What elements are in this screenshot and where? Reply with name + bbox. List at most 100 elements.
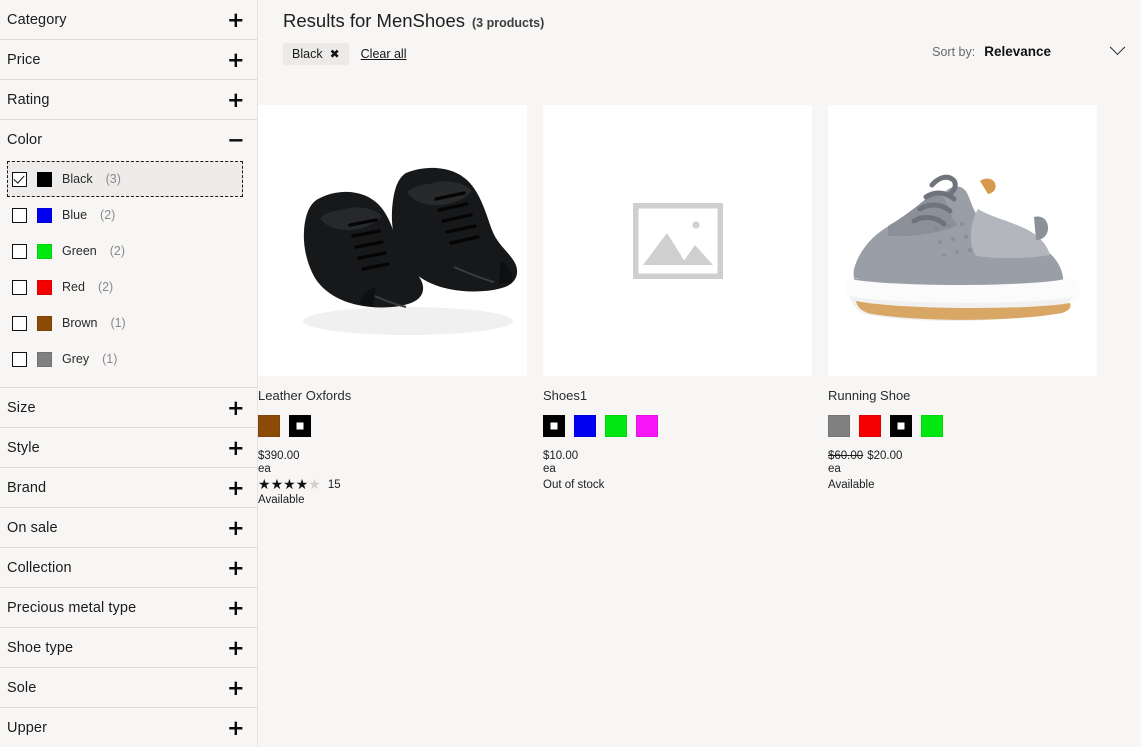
sort-by-control[interactable]: Sort by: Relevance <box>932 44 1123 59</box>
plus-icon[interactable]: + <box>227 12 243 28</box>
results-header: Results for MenShoes (3 products) <box>283 0 1131 32</box>
plus-icon[interactable]: + <box>227 440 243 456</box>
chevron-down-icon[interactable] <box>1110 39 1126 55</box>
product-current-price: $390.00 <box>258 450 300 462</box>
product-current-price: $10.00 <box>543 450 578 462</box>
product-swatch[interactable] <box>605 415 627 437</box>
checkbox-black[interactable] <box>12 172 27 187</box>
plus-icon[interactable]: + <box>227 680 243 696</box>
facet-header-collection[interactable]: Collection+ <box>7 548 243 587</box>
facet-category: Category + <box>0 0 257 40</box>
facet-title: Color <box>7 132 42 148</box>
plus-icon[interactable]: + <box>227 400 243 416</box>
product-swatch[interactable] <box>859 415 881 437</box>
color-option-blue[interactable]: Blue(2) <box>7 197 243 233</box>
checkbox-grey[interactable] <box>12 352 27 367</box>
facet-header-price[interactable]: Price+ <box>7 40 243 79</box>
product-card[interactable]: Running Shoe$60.00$20.00eaAvailable <box>828 105 1097 508</box>
facet-rating: Rating+ <box>0 80 257 120</box>
color-swatch-black <box>37 172 52 187</box>
filter-sidebar: Category+Price+Rating+Color−Black(3)Blue… <box>0 0 258 747</box>
product-card[interactable]: Leather Oxfords$390.00ea★★★★★15Available <box>258 105 527 508</box>
product-price: $60.00 $20.00 <box>828 450 1097 462</box>
plus-icon[interactable]: + <box>227 92 243 108</box>
checkbox-blue[interactable] <box>12 208 27 223</box>
sort-by-value: Relevance <box>984 44 1051 59</box>
product-image[interactable] <box>258 105 527 376</box>
facet-on-sale: On sale + <box>0 508 257 548</box>
facet-title: Sole <box>7 680 36 696</box>
color-option-brown[interactable]: Brown(1) <box>7 305 243 341</box>
color-swatch-red <box>37 280 52 295</box>
product-swatch[interactable] <box>543 415 565 437</box>
product-swatch[interactable] <box>828 415 850 437</box>
product-swatch[interactable] <box>289 415 311 437</box>
product-card[interactable]: Shoes1$10.00eaOut of stock <box>543 105 812 508</box>
facet-header-on-sale[interactable]: On sale + <box>7 508 243 547</box>
product-swatch[interactable] <box>636 415 658 437</box>
results-main: Results for MenShoes (3 products) Black … <box>258 0 1141 747</box>
checkbox-green[interactable] <box>12 244 27 259</box>
checkbox-brown[interactable] <box>12 316 27 331</box>
minus-icon[interactable]: − <box>227 132 243 148</box>
star-icon: ★ <box>296 478 309 492</box>
product-swatch[interactable] <box>890 415 912 437</box>
product-price: $390.00 <box>258 450 527 462</box>
product-name[interactable]: Shoes1 <box>543 388 812 403</box>
color-option-count: (3) <box>106 172 121 186</box>
product-image[interactable] <box>828 105 1097 376</box>
color-option-green[interactable]: Green(2) <box>7 233 243 269</box>
product-review-count: 15 <box>328 479 341 491</box>
facet-header-color[interactable]: Color − <box>7 120 243 159</box>
product-name[interactable]: Running Shoe <box>828 388 1097 403</box>
page-title: Results for MenShoes <box>283 10 465 32</box>
product-stock-status: Available <box>258 492 527 508</box>
facet-header-shoe-type[interactable]: Shoe type+ <box>7 628 243 667</box>
color-option-label: Grey <box>62 352 89 366</box>
facet-header-size[interactable]: Size + <box>7 388 243 427</box>
color-option-label: Blue <box>62 208 87 222</box>
filter-chip-label: Black <box>292 47 323 61</box>
facet-header-rating[interactable]: Rating+ <box>7 80 243 119</box>
plus-icon[interactable]: + <box>227 520 243 536</box>
color-option-label: Red <box>62 280 85 294</box>
plus-icon[interactable]: + <box>227 52 243 68</box>
image-placeholder-icon[interactable] <box>543 105 812 376</box>
plus-icon[interactable]: + <box>227 600 243 616</box>
facet-color: Color−Black(3)Blue(2)Green(2)Red(2)Brown… <box>0 120 257 388</box>
color-option-grey[interactable]: Grey(1) <box>7 341 243 377</box>
facet-title: Upper <box>7 720 47 736</box>
color-option-label: Brown <box>62 316 97 330</box>
plus-icon[interactable]: + <box>227 640 243 656</box>
clear-all-link[interactable]: Clear all <box>361 47 407 61</box>
product-swatch[interactable] <box>921 415 943 437</box>
color-option-black[interactable]: Black(3) <box>7 161 243 197</box>
color-swatch-grey <box>37 352 52 367</box>
color-swatch-brown <box>37 316 52 331</box>
product-grid: Leather Oxfords$390.00ea★★★★★15Available… <box>258 105 1097 508</box>
facet-header-brand[interactable]: Brand+ <box>7 468 243 507</box>
product-rating: ★★★★★15 <box>258 478 527 492</box>
color-option-red[interactable]: Red(2) <box>7 269 243 305</box>
close-icon[interactable]: ✖ <box>330 47 340 61</box>
facet-header-category[interactable]: Category + <box>7 0 243 39</box>
product-swatch[interactable] <box>258 415 280 437</box>
product-current-price: $20.00 <box>867 450 902 462</box>
product-original-price: $60.00 <box>828 450 863 462</box>
checkbox-red[interactable] <box>12 280 27 295</box>
product-stock-status: Out of stock <box>543 477 812 493</box>
facet-title: On sale <box>7 520 58 536</box>
plus-icon[interactable]: + <box>227 480 243 496</box>
facet-title: Category <box>7 12 67 28</box>
product-name[interactable]: Leather Oxfords <box>258 388 527 403</box>
facet-header-sole[interactable]: Sole + <box>7 668 243 707</box>
facet-header-upper[interactable]: Upper + <box>7 708 243 747</box>
plus-icon[interactable]: + <box>227 560 243 576</box>
facet-header-precious-metal-type[interactable]: Precious metal type+ <box>7 588 243 627</box>
facet-title: Size <box>7 400 36 416</box>
facet-header-style[interactable]: Style+ <box>7 428 243 467</box>
plus-icon[interactable]: + <box>227 720 243 736</box>
product-swatch[interactable] <box>574 415 596 437</box>
product-color-swatches <box>828 415 1097 437</box>
filter-chip-black[interactable]: Black ✖ <box>283 43 349 65</box>
